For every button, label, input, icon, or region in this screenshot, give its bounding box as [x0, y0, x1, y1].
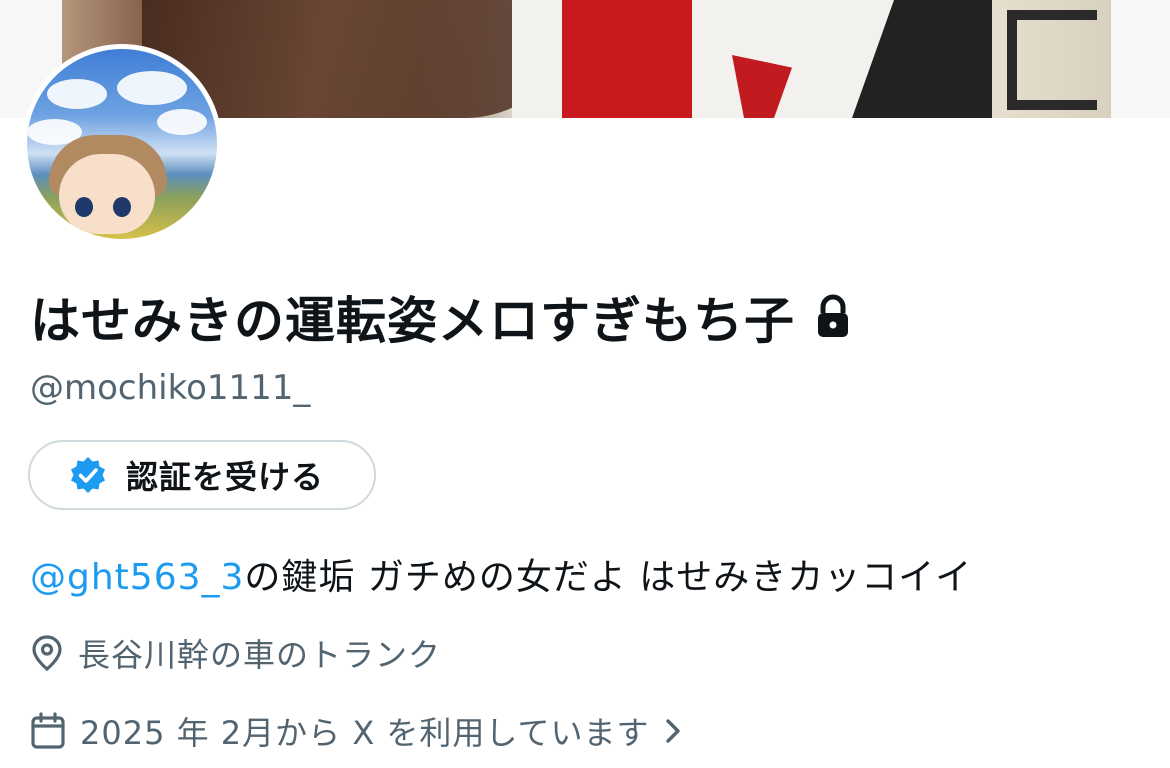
- display-name: はせみきの運転姿メロすぎもち子: [30, 292, 795, 350]
- avatar-cloud: [157, 109, 207, 135]
- avatar-eye-right: [113, 197, 131, 217]
- profile-handle: @mochiko1111_: [30, 368, 311, 408]
- location-text: 長谷川幹の車のトランク: [78, 636, 442, 674]
- get-verified-button[interactable]: 認証を受ける: [28, 440, 376, 510]
- banner-red-panel: [562, 0, 692, 118]
- profile-banner-image[interactable]: [62, 0, 1111, 118]
- name-row: はせみきの運転姿メロすぎもち子: [30, 282, 853, 352]
- calendar-icon: [31, 712, 65, 749]
- avatar-plush-face: [59, 154, 155, 234]
- get-verified-label: 認証を受ける: [126, 458, 325, 496]
- join-date-text: 2025 年 2月から X を利用しています: [80, 714, 650, 752]
- avatar[interactable]: [27, 49, 217, 239]
- profile-bio: @ght563_3の鍵垢 ガチめの女だよ はせみきカッコイイ: [30, 548, 972, 600]
- banner-deco-shape: [1007, 10, 1097, 110]
- avatar-cloud: [117, 71, 187, 105]
- lock-icon: [818, 294, 848, 337]
- location-row: 長谷川幹の車のトランク: [30, 630, 441, 676]
- location-pin-icon: [32, 635, 62, 672]
- avatar-cloud: [47, 79, 107, 109]
- join-date-row[interactable]: 2025 年 2月から X を利用しています: [30, 708, 683, 754]
- chevron-right-icon: [666, 719, 681, 743]
- verified-badge-icon: [71, 457, 105, 493]
- bio-text: の鍵垢 ガチめの女だよ はせみきカッコイイ: [244, 557, 973, 598]
- avatar-eye-left: [75, 197, 93, 217]
- bio-mention-link[interactable]: @ght563_3: [30, 557, 244, 598]
